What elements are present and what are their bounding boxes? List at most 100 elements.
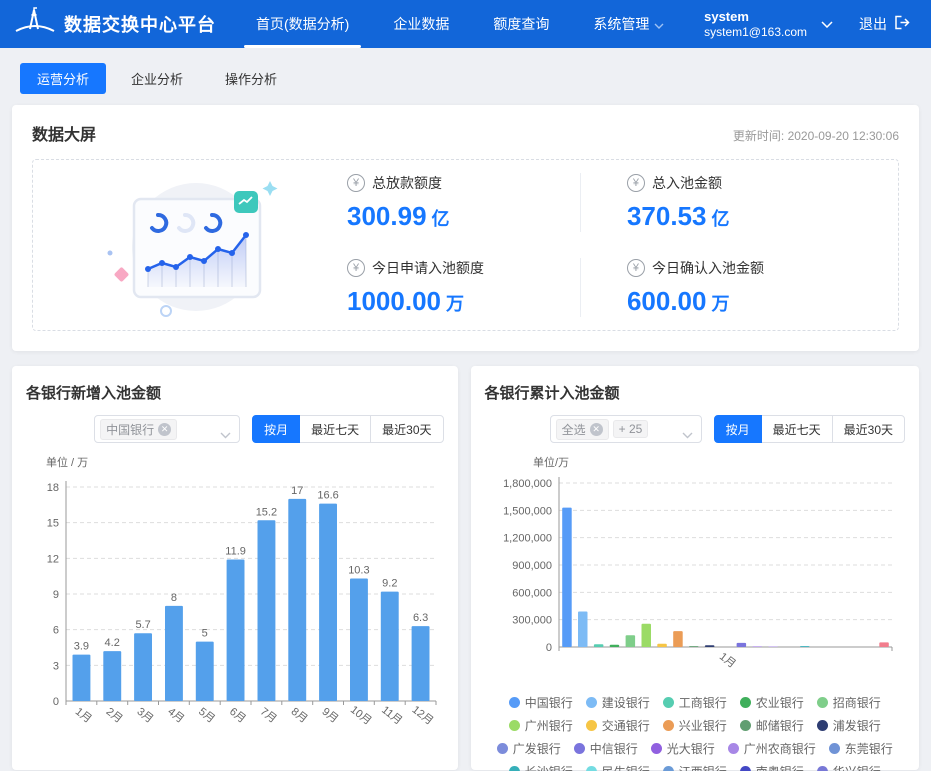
svg-text:6: 6 xyxy=(53,625,59,637)
legend-item[interactable]: 交通银行 xyxy=(586,717,650,734)
overview-title: 数据大屏 xyxy=(32,121,96,145)
legend-color-dot xyxy=(663,766,674,771)
legend-item[interactable]: 农业银行 xyxy=(740,694,804,711)
active-nav-underline xyxy=(244,45,361,48)
svg-text:12: 12 xyxy=(47,553,59,565)
legend-item[interactable]: 华兴银行 xyxy=(817,763,881,771)
svg-text:12月: 12月 xyxy=(410,704,436,728)
svg-text:15: 15 xyxy=(47,518,59,530)
stat-value: 300.99 xyxy=(347,201,427,232)
stat-value: 600.00 xyxy=(627,286,707,317)
last-7-days-button[interactable]: 最近七天 xyxy=(299,415,371,443)
tab-action-analysis[interactable]: 操作分析 xyxy=(208,63,294,94)
legend-item[interactable]: 东莞银行 xyxy=(829,740,893,757)
stat-today-confirm-amount: ¥ 今日确认入池金额 600.00 万 xyxy=(580,258,888,317)
legend-label: 华兴银行 xyxy=(833,763,881,771)
legend-color-dot xyxy=(817,766,828,771)
stat-total-pool-amount: ¥ 总入池金额 370.53 亿 xyxy=(580,173,888,232)
svg-text:5.7: 5.7 xyxy=(135,619,150,631)
by-month-button[interactable]: 按月 xyxy=(252,415,300,443)
svg-text:1月: 1月 xyxy=(73,706,94,726)
legend-label: 长沙银行 xyxy=(525,763,573,771)
more-count-tag: + 25 xyxy=(613,420,649,438)
legend-label: 工商银行 xyxy=(679,694,727,711)
svg-text:16.6: 16.6 xyxy=(317,490,338,502)
stat-value: 370.53 xyxy=(627,201,707,232)
overview-card-header: 数据大屏 更新时间: 2020-09-20 12:30:06 xyxy=(32,121,899,145)
by-month-button[interactable]: 按月 xyxy=(714,415,762,443)
legend-label: 建设银行 xyxy=(602,694,650,711)
stats-grid: ¥ 总放款额度 300.99 亿 ¥ 总入池金额 370.53 xyxy=(343,173,888,317)
svg-text:18: 18 xyxy=(47,482,59,494)
legend-item[interactable]: 兴业银行 xyxy=(663,717,727,734)
legend-color-dot xyxy=(663,720,674,731)
nav-item-system-management[interactable]: 系统管理 xyxy=(571,0,686,48)
nav-item-quota-query[interactable]: 额度查询 xyxy=(471,0,571,48)
legend-color-dot xyxy=(497,743,508,754)
svg-text:1,500,000: 1,500,000 xyxy=(503,505,552,517)
svg-text:300,000: 300,000 xyxy=(512,615,552,627)
logout-label: 退出 xyxy=(859,14,887,34)
tag-remove-icon[interactable]: ✕ xyxy=(590,423,603,436)
legend-item[interactable]: 中信银行 xyxy=(574,740,638,757)
user-menu[interactable]: system system1@163.com xyxy=(704,9,833,40)
stat-value: 1000.00 xyxy=(347,286,441,317)
legend-color-dot xyxy=(586,766,597,771)
legend-label: 广州银行 xyxy=(525,717,573,734)
svg-text:4.2: 4.2 xyxy=(105,637,120,649)
logout-button[interactable]: 退出 xyxy=(859,14,911,34)
legend-label: 广发银行 xyxy=(513,740,561,757)
legend-item[interactable]: 长沙银行 xyxy=(509,763,573,771)
legend-item[interactable]: 建设银行 xyxy=(586,694,650,711)
charts-row: 各银行新增入池金额 中国银行 ✕ 按月 最近七天 最近30天 单位 xyxy=(12,366,919,770)
analysis-tabs: 运营分析 企业分析 操作分析 xyxy=(20,63,931,94)
legend-label: 江西银行 xyxy=(679,763,727,771)
new-pool-chart-card: 各银行新增入池金额 中国银行 ✕ 按月 最近七天 最近30天 单位 xyxy=(12,366,458,770)
tag-remove-icon[interactable]: ✕ xyxy=(158,423,171,436)
legend-label: 南粤银行 xyxy=(756,763,804,771)
svg-text:9.2: 9.2 xyxy=(382,578,397,590)
app-title: 数据交换中心平台 xyxy=(64,11,216,37)
legend-label: 交通银行 xyxy=(602,717,650,734)
tab-enterprise-analysis[interactable]: 企业分析 xyxy=(114,63,200,94)
yen-circle-icon: ¥ xyxy=(347,259,365,277)
bridge-logo-icon xyxy=(14,5,56,44)
last-30-days-button[interactable]: 最近30天 xyxy=(832,415,905,443)
bank-select[interactable]: 中国银行 ✕ xyxy=(94,415,240,443)
tab-operations-analysis[interactable]: 运营分析 xyxy=(20,63,106,94)
bank-multi-select[interactable]: 全选 ✕ + 25 xyxy=(550,415,702,443)
legend-item[interactable]: 招商银行 xyxy=(817,694,881,711)
cumulative-controls: 全选 ✕ + 25 按月 最近七天 最近30天 xyxy=(485,415,906,443)
cumulative-range-buttons: 按月 最近七天 最近30天 xyxy=(714,415,905,443)
legend-item[interactable]: 广州银行 xyxy=(509,717,573,734)
svg-text:9: 9 xyxy=(53,589,59,601)
legend-item[interactable]: 浦发银行 xyxy=(817,717,881,734)
tag-label: 中国银行 xyxy=(106,421,154,438)
legend-item[interactable]: 中国银行 xyxy=(509,694,573,711)
legend-color-dot xyxy=(817,720,828,731)
svg-text:5: 5 xyxy=(202,628,208,640)
legend-item[interactable]: 广州农商银行 xyxy=(728,740,816,757)
last-7-days-button[interactable]: 最近七天 xyxy=(761,415,833,443)
user-info: system system1@163.com xyxy=(704,9,807,40)
legend-item[interactable]: 广发银行 xyxy=(497,740,561,757)
legend-item[interactable]: 工商银行 xyxy=(663,694,727,711)
legend-color-dot xyxy=(817,697,828,708)
svg-text:11.9: 11.9 xyxy=(225,546,246,558)
nav-item-home[interactable]: 首页(数据分析) xyxy=(234,0,371,48)
legend-item[interactable]: 邮储银行 xyxy=(740,717,804,734)
legend-item[interactable]: 光大银行 xyxy=(651,740,715,757)
legend-item[interactable]: 江西银行 xyxy=(663,763,727,771)
nav-item-enterprise-data[interactable]: 企业数据 xyxy=(371,0,471,48)
svg-text:0: 0 xyxy=(545,642,551,654)
overview-card: 数据大屏 更新时间: 2020-09-20 12:30:06 xyxy=(12,105,919,351)
svg-text:8月: 8月 xyxy=(289,706,310,726)
last-30-days-button[interactable]: 最近30天 xyxy=(370,415,443,443)
legend-label: 东莞银行 xyxy=(845,740,893,757)
stat-total-loan-quota: ¥ 总放款额度 300.99 亿 xyxy=(343,173,580,232)
legend-color-dot xyxy=(740,766,751,771)
legend-item[interactable]: 民生银行 xyxy=(586,763,650,771)
legend-item[interactable]: 南粤银行 xyxy=(740,763,804,771)
top-navbar: 数据交换中心平台 首页(数据分析) 企业数据 额度查询 系统管理 xyxy=(0,0,931,48)
svg-text:1,800,000: 1,800,000 xyxy=(503,478,552,490)
